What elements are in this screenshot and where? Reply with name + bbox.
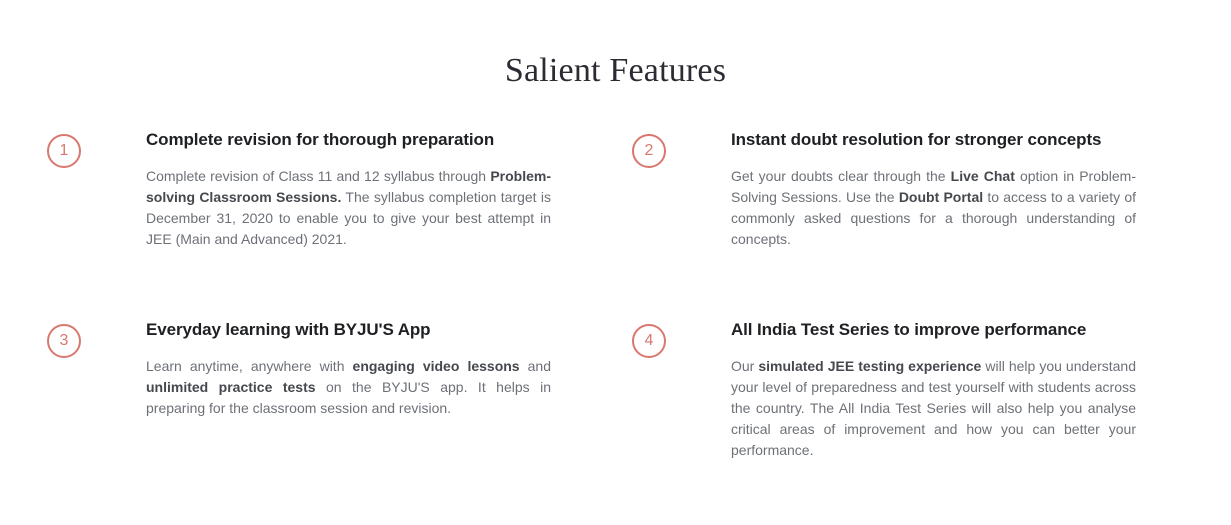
feature-text: Everyday learning with BYJU'S App Learn … <box>146 318 551 419</box>
feature-text: Instant doubt resolution for stronger co… <box>731 128 1136 250</box>
feature-number-badge: 3 <box>47 324 81 358</box>
feature-number-badge: 1 <box>47 134 81 168</box>
feature-heading: Complete revision for thorough preparati… <box>146 130 495 149</box>
emphasis-text: unlimited practice tests <box>146 379 316 395</box>
feature-number-badge: 2 <box>632 134 666 168</box>
feature-text: Complete revision for thorough preparati… <box>146 128 551 250</box>
page-title: Salient Features <box>504 51 727 89</box>
feature-heading: Instant doubt resolution for stronger co… <box>731 130 1102 149</box>
feature-body: Complete revision of Class 11 and 12 syl… <box>146 168 551 247</box>
feature-text: All India Test Series to improve perform… <box>731 318 1136 461</box>
feature-body: Our simulated JEE testing experience wil… <box>731 358 1136 458</box>
features-grid: 1 Complete revision for thorough prepara… <box>0 128 1231 508</box>
feature-row: 1 Complete revision for thorough prepara… <box>0 128 1231 318</box>
feature-body: Get your doubts clear through the Live C… <box>731 168 1136 247</box>
emphasis-text: simulated JEE testing experience <box>758 358 982 374</box>
feature-number-badge: 4 <box>632 324 666 358</box>
feature-row: 3 Everyday learning with BYJU'S App Lear… <box>0 318 1231 508</box>
emphasis-text: engaging video lessons <box>352 358 520 374</box>
emphasis-text: Problem-solving Classroom Sessions. <box>146 168 551 205</box>
emphasis-text: Doubt Portal <box>898 189 984 205</box>
feature-heading: Everyday learning with BYJU'S App <box>146 320 431 339</box>
emphasis-text: Live Chat <box>950 168 1015 184</box>
feature-item-4: 4 All India Test Series to improve perfo… <box>632 318 1136 461</box>
feature-item-3: 3 Everyday learning with BYJU'S App Lear… <box>47 318 551 419</box>
feature-body: Learn anytime, anywhere with engaging vi… <box>146 358 552 416</box>
salient-features-page: Salient Features 1 Complete revision for… <box>0 0 1231 525</box>
feature-item-1: 1 Complete revision for thorough prepara… <box>47 128 551 250</box>
feature-item-2: 2 Instant doubt resolution for stronger … <box>632 128 1136 250</box>
feature-heading: All India Test Series to improve perform… <box>731 320 1087 339</box>
